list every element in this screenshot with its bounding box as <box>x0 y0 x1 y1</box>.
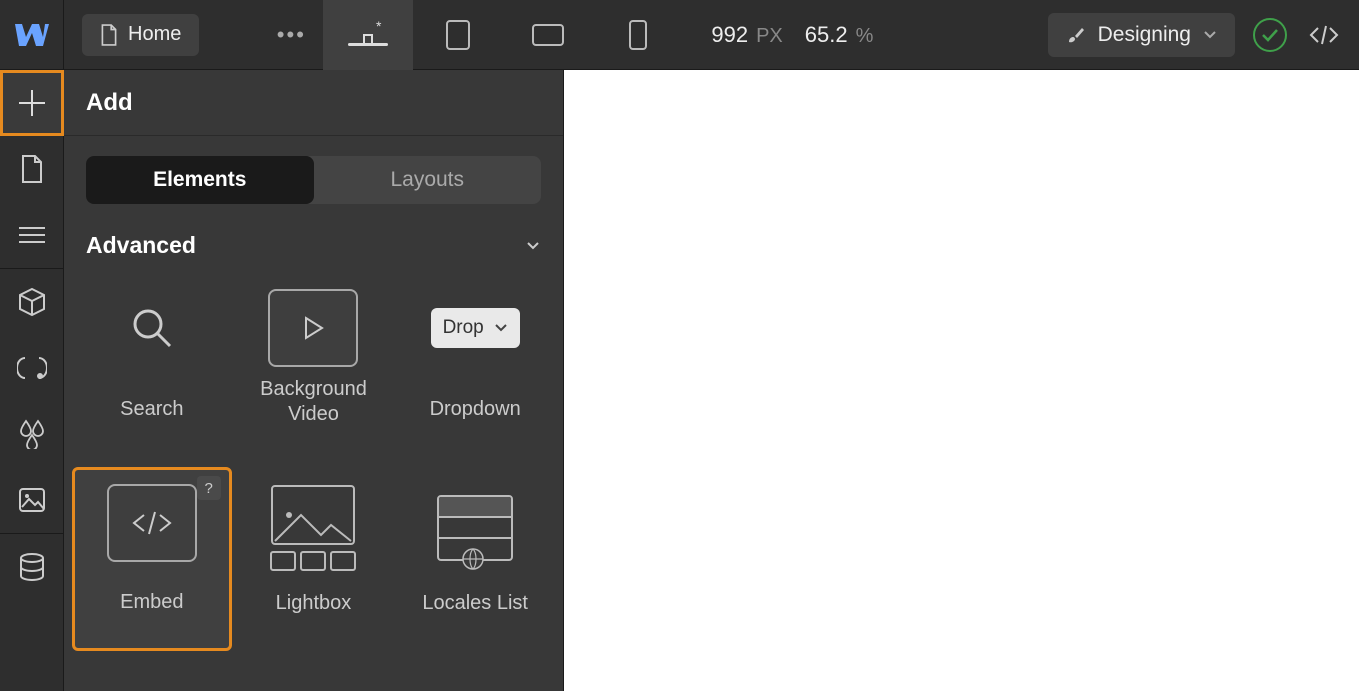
embed-thumb <box>107 484 197 562</box>
canvas-unit: PX <box>756 25 783 48</box>
element-label: Embed <box>114 590 189 615</box>
elements-grid: Search Background Video Drop <box>64 263 563 663</box>
image-icon <box>273 505 353 543</box>
page-more-button[interactable]: ••• <box>269 13 313 57</box>
ellipsis-icon: ••• <box>277 22 306 48</box>
export-code-button[interactable] <box>1309 25 1339 45</box>
chevron-down-icon <box>525 240 541 252</box>
code-icon <box>130 509 174 537</box>
add-tabs: Elements Layouts <box>86 156 541 204</box>
page-icon <box>20 154 44 184</box>
zoom-value: 65.2 <box>805 22 848 48</box>
database-icon <box>18 552 46 582</box>
element-dropdown[interactable]: Drop Dropdown <box>395 275 555 459</box>
webflow-logo-icon <box>15 24 49 46</box>
left-rail <box>0 70 64 691</box>
variables-icon <box>17 354 47 382</box>
element-label: Lightbox <box>270 591 358 616</box>
app-logo[interactable] <box>0 0 64 70</box>
add-elements-button[interactable] <box>0 70 64 136</box>
canvas-size-info: 992 PX 65.2 % <box>711 22 873 48</box>
tab-layouts[interactable]: Layouts <box>314 156 542 204</box>
breakpoint-switcher: * <box>323 0 683 70</box>
breakpoint-landscape[interactable] <box>503 0 593 70</box>
status-ok[interactable] <box>1253 18 1287 52</box>
home-label: Home <box>128 23 181 46</box>
canvas-width: 992 <box>711 22 748 48</box>
mode-label: Designing <box>1098 23 1191 47</box>
droplets-icon <box>18 419 46 449</box>
bgvideo-thumb <box>268 289 358 367</box>
check-icon <box>1261 28 1279 42</box>
breakpoint-desktop[interactable]: * <box>323 0 413 70</box>
tab-elements[interactable]: Elements <box>86 156 314 204</box>
chevron-down-icon <box>1203 30 1217 40</box>
element-lightbox[interactable]: Lightbox <box>234 467 394 651</box>
element-label: Search <box>114 397 189 422</box>
element-background-video[interactable]: Background Video <box>234 275 394 459</box>
assets-button[interactable] <box>0 467 64 533</box>
navigator-button[interactable] <box>0 202 64 268</box>
zoom-unit: % <box>856 25 874 48</box>
section-label: Advanced <box>86 232 196 259</box>
brush-icon <box>1066 25 1086 45</box>
add-panel: Add Elements Layouts Advanced Search <box>64 70 564 691</box>
tablet-landscape-icon <box>531 23 565 47</box>
style-manager-button[interactable] <box>0 401 64 467</box>
code-icon <box>1309 25 1339 45</box>
section-advanced[interactable]: Advanced <box>64 214 563 263</box>
panel-title: Add <box>64 70 563 136</box>
top-toolbar: Home ••• * 992 PX <box>0 0 1359 70</box>
desktop-icon: * <box>346 21 390 49</box>
chevron-down-icon <box>494 323 508 333</box>
mode-dropdown[interactable]: Designing <box>1048 13 1235 57</box>
cube-icon <box>16 286 48 318</box>
search-icon <box>129 305 175 351</box>
element-search[interactable]: Search <box>72 275 232 459</box>
dropdown-pill: Drop <box>431 308 520 348</box>
element-label: Background Video <box>234 377 394 427</box>
image-icon <box>18 487 46 513</box>
variables-button[interactable] <box>0 335 64 401</box>
element-locales-list[interactable]: Locales List <box>395 467 555 651</box>
plus-icon <box>15 86 49 120</box>
home-page-button[interactable]: Home <box>82 14 199 56</box>
element-label: Dropdown <box>424 397 527 422</box>
navigator-icon <box>17 225 47 245</box>
svg-text:*: * <box>376 21 382 34</box>
help-badge[interactable]: ? <box>197 476 221 500</box>
play-icon <box>300 315 326 341</box>
components-button[interactable] <box>0 269 64 335</box>
pages-button[interactable] <box>0 136 64 202</box>
element-embed[interactable]: ? Embed <box>72 467 232 651</box>
mobile-icon <box>628 19 648 51</box>
globe-icon <box>461 547 485 571</box>
canvas-area[interactable] <box>564 70 1359 691</box>
tablet-icon <box>445 19 471 51</box>
breakpoint-tablet[interactable] <box>413 0 503 70</box>
breakpoint-mobile[interactable] <box>593 0 683 70</box>
dropdown-pill-label: Drop <box>443 317 484 339</box>
cms-button[interactable] <box>0 534 64 600</box>
page-icon <box>100 24 118 46</box>
element-label: Locales List <box>416 591 534 616</box>
